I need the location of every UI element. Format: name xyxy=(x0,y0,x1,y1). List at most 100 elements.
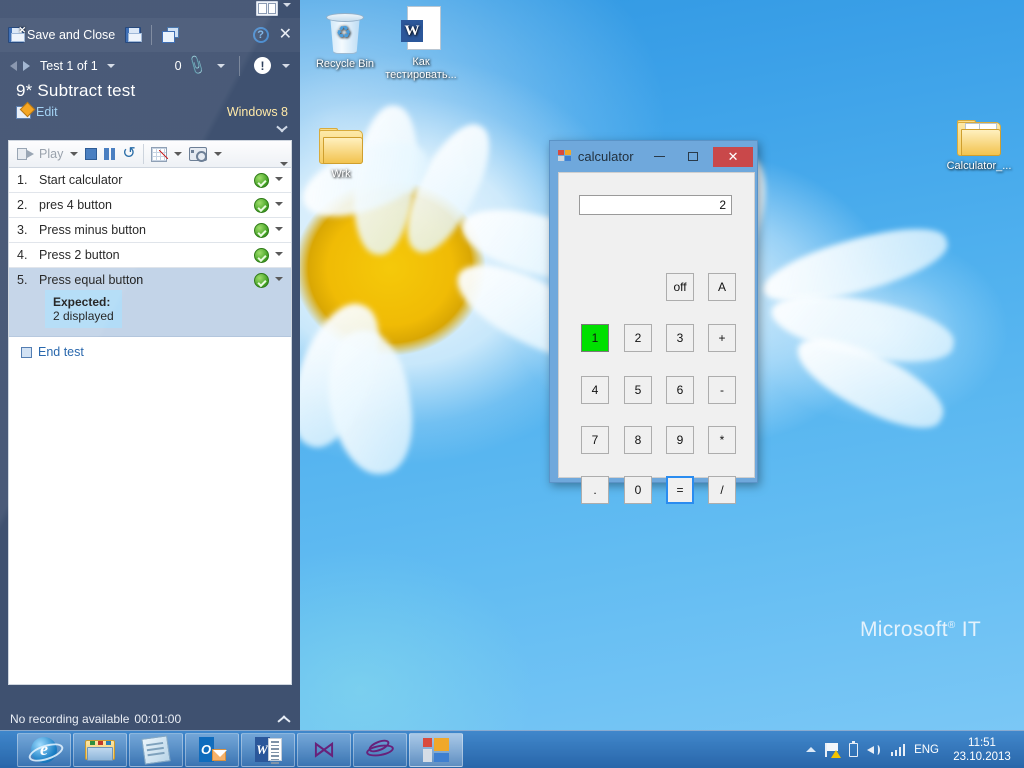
layout-toggle-button[interactable] xyxy=(256,1,278,16)
key-5[interactable]: 5 xyxy=(624,376,652,404)
save-and-close-button[interactable]: ✕ Save and Close xyxy=(8,25,115,43)
signal-bars-icon[interactable] xyxy=(890,743,906,756)
desktop-icon-folder-wrk[interactable]: Wrk xyxy=(298,118,384,181)
attachment-caret-icon[interactable] xyxy=(217,63,225,68)
table-row-selected[interactable]: 5. Press equal button Expected: 2 displa… xyxy=(9,268,291,337)
runner-status-bar: No recording available 00:01:00 xyxy=(0,707,300,731)
previous-test-icon[interactable] xyxy=(10,60,17,71)
info-icon[interactable]: ! xyxy=(254,57,271,74)
toolbar-separator xyxy=(142,144,144,164)
step-menu-caret-icon[interactable] xyxy=(275,227,283,231)
taskbar-item-notepad[interactable] xyxy=(129,732,183,767)
info-caret-icon[interactable] xyxy=(282,63,290,68)
status-badge-passed[interactable] xyxy=(254,223,269,238)
key-4[interactable]: 4 xyxy=(581,376,609,404)
calculator-display[interactable]: 2 xyxy=(579,195,732,215)
layout-dropdown-caret-icon[interactable] xyxy=(283,3,291,25)
end-test-row[interactable]: End test xyxy=(9,337,291,359)
edit-link[interactable]: Edit xyxy=(36,105,58,119)
status-expand-button[interactable] xyxy=(278,712,290,726)
desktop-icon-folder-calculator[interactable]: Calculator_... xyxy=(936,110,1022,173)
desktop-icon-label: Calculator_... xyxy=(946,160,1012,172)
taskbar-item-outlook[interactable]: O xyxy=(185,732,239,767)
table-row[interactable]: 2. pres 4 button xyxy=(9,193,291,218)
outlook-icon: O xyxy=(198,737,227,762)
key-divide[interactable]: / xyxy=(708,476,736,504)
save-button[interactable] xyxy=(125,27,143,43)
key-3[interactable]: 3 xyxy=(666,324,694,352)
step-number: 4. xyxy=(17,248,28,262)
chevron-down-icon[interactable] xyxy=(277,127,288,134)
desktop-icon-word-doc[interactable]: W Как тестировать... xyxy=(378,6,464,82)
step-menu-caret-icon[interactable] xyxy=(275,202,283,206)
pause-icon[interactable] xyxy=(104,148,116,160)
calculator-window[interactable]: calculator ✕ 2 off A 1 2 3 + 4 5 6 - 7 8… xyxy=(549,140,758,504)
taskbar-item-internet-explorer[interactable]: e xyxy=(17,732,71,767)
key-decimal[interactable]: . xyxy=(581,476,609,504)
camera-caret-icon[interactable] xyxy=(213,152,222,156)
key-off[interactable]: off xyxy=(666,273,694,301)
help-icon[interactable]: ? xyxy=(252,27,269,43)
key-6[interactable]: 6 xyxy=(666,376,694,404)
internet-explorer-icon: e xyxy=(31,736,57,763)
step-menu-caret-icon[interactable] xyxy=(275,252,283,256)
word-document-icon: W xyxy=(378,6,464,54)
camera-icon[interactable] xyxy=(188,147,207,162)
key-9[interactable]: 9 xyxy=(666,426,694,454)
key-7[interactable]: 7 xyxy=(581,426,609,454)
language-indicator[interactable]: ENG xyxy=(914,744,939,756)
status-badge-passed[interactable] xyxy=(254,198,269,213)
undo-icon[interactable]: ↺ xyxy=(122,146,135,162)
collapse-row[interactable] xyxy=(0,119,300,140)
close-icon[interactable]: ✕ xyxy=(279,27,292,43)
next-test-icon[interactable] xyxy=(23,60,30,71)
key-2[interactable]: 2 xyxy=(624,324,652,352)
status-badge-passed[interactable] xyxy=(254,273,269,288)
speaker-icon[interactable] xyxy=(866,743,882,757)
taskbar-item-word[interactable]: W xyxy=(241,732,295,767)
maximize-button[interactable] xyxy=(679,147,707,167)
step-number: 3. xyxy=(17,223,28,237)
edit-icon[interactable] xyxy=(16,105,31,119)
play-button[interactable]: Play xyxy=(17,147,63,161)
copy-windows-button[interactable] xyxy=(162,27,180,43)
taskbar-item-calculator[interactable] xyxy=(409,732,463,767)
key-0[interactable]: 0 xyxy=(624,476,652,504)
step-text: Start calculator xyxy=(39,173,123,187)
clock[interactable]: 11:51 23.10.2013 xyxy=(948,736,1016,764)
table-row[interactable]: 3. Press minus button xyxy=(9,218,291,243)
key-8[interactable]: 8 xyxy=(624,426,652,454)
play-caret-icon[interactable] xyxy=(70,152,79,156)
test-selector-caret-icon[interactable] xyxy=(106,63,115,68)
chevron-up-icon[interactable] xyxy=(805,747,816,752)
toolbar-overflow-icon[interactable] xyxy=(280,162,288,166)
battery-icon[interactable] xyxy=(848,740,858,757)
table-row[interactable]: 4. Press 2 button xyxy=(9,243,291,268)
taskbar-item-test-manager[interactable] xyxy=(353,732,407,767)
status-badge-passed[interactable] xyxy=(254,173,269,188)
table-row[interactable]: 1. Start calculator xyxy=(9,168,291,193)
step-menu-caret-icon[interactable] xyxy=(275,277,283,281)
minimize-button[interactable] xyxy=(646,147,674,167)
flag-warning-icon[interactable] xyxy=(824,742,841,758)
runner-nav-row: Test 1 of 1 0 📎 ! xyxy=(0,52,300,79)
key-multiply[interactable]: * xyxy=(708,426,736,454)
close-button[interactable]: ✕ xyxy=(713,146,754,167)
desktop-icon-recycle-bin[interactable]: ♻ Recycle Bin xyxy=(302,8,388,71)
step-menu-caret-icon[interactable] xyxy=(275,177,283,181)
key-plus[interactable]: + xyxy=(708,324,736,352)
key-1[interactable]: 1 xyxy=(581,324,609,352)
grid-caret-icon[interactable] xyxy=(173,152,182,156)
paperclip-icon[interactable]: 📎 xyxy=(185,54,208,77)
taskbar-item-file-explorer[interactable] xyxy=(73,732,127,767)
key-minus[interactable]: - xyxy=(708,376,736,404)
stop-icon[interactable] xyxy=(85,148,98,160)
key-equals[interactable]: = xyxy=(666,476,694,504)
taskbar-item-visual-studio[interactable]: ⋈ xyxy=(297,732,351,767)
status-badge-passed[interactable] xyxy=(254,248,269,263)
calculator-title-bar[interactable]: calculator ✕ xyxy=(554,145,754,168)
runner-toolbar: Play ↺ xyxy=(8,140,292,168)
step-text: Press minus button xyxy=(39,223,146,237)
key-a[interactable]: A xyxy=(708,273,736,301)
data-grid-icon[interactable] xyxy=(150,146,168,162)
